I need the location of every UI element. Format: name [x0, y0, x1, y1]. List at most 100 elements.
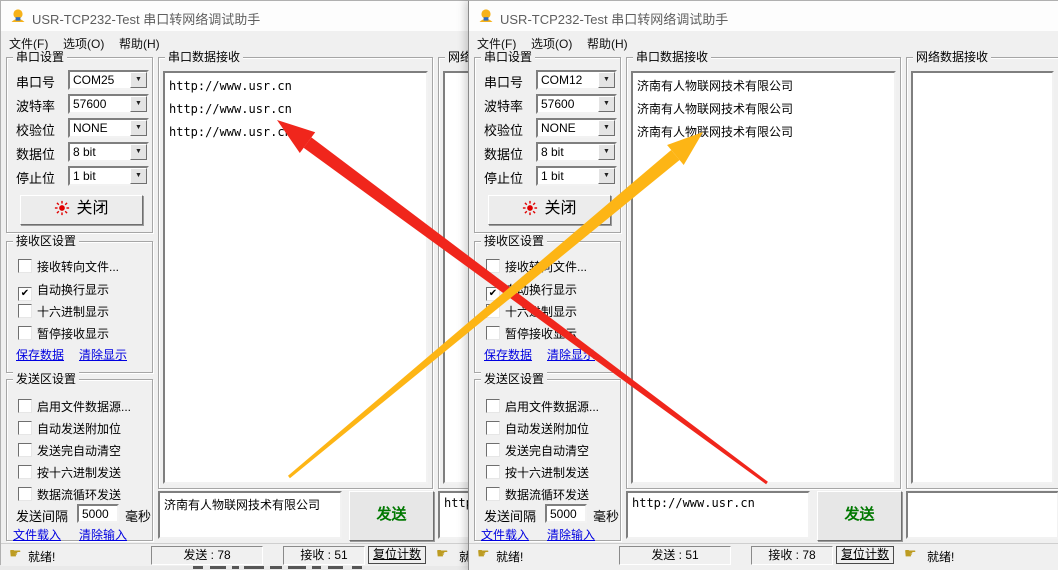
network-send-input[interactable] [906, 491, 1058, 539]
checkbox-send-as-hex[interactable]: 按十六进制发送 [486, 464, 589, 478]
checkbox-hex-display[interactable]: 十六进制显示 [486, 303, 577, 317]
com-port-select[interactable]: COM12 ▼ [536, 70, 617, 90]
close-port-button[interactable]: 关闭 [488, 195, 611, 225]
chevron-down-icon[interactable]: ▼ [598, 144, 615, 160]
clear-input-link[interactable]: 清除输入 [547, 526, 595, 543]
stop-bits-select[interactable]: 1 bit ▼ [68, 166, 149, 186]
baud-rate-label: 波特率 [484, 96, 523, 115]
send-button[interactable]: 发送 [817, 491, 902, 541]
serial-receive-area[interactable]: 济南有人物联网技术有限公司 济南有人物联网技术有限公司 济南有人物联网技术有限公… [631, 71, 896, 484]
send-button[interactable]: 发送 [349, 491, 434, 541]
chevron-down-icon[interactable]: ▼ [598, 120, 615, 136]
send-settings-group: 发送区设置 启用文件数据源... 自动发送附加位 发送完自动清空 按十六进制发送… [6, 379, 153, 541]
parity-label: 校验位 [16, 120, 55, 139]
load-file-link[interactable]: 文件载入 [13, 526, 61, 543]
group-label: 串口设置 [13, 50, 67, 64]
chevron-down-icon[interactable]: ▼ [598, 96, 615, 112]
red-dot-icon [54, 200, 70, 216]
parity-select[interactable]: NONE ▼ [68, 118, 149, 138]
checkbox-auto-append[interactable]: 自动发送附加位 [486, 420, 589, 434]
pointing-hand-icon: ☛ [9, 545, 22, 562]
checkbox-clear-after-send[interactable]: 发送完自动清空 [18, 442, 121, 456]
chevron-down-icon[interactable]: ▼ [598, 72, 615, 88]
baud-rate-label: 波特率 [16, 96, 55, 115]
interval-input[interactable]: 5000 [77, 504, 119, 523]
checkbox-file-data-source[interactable]: 启用文件数据源... [18, 398, 131, 412]
statusbar: ☛ 就绪! 发送 : 51 接收 : 78 复位计数 ☛ 就绪! [469, 543, 1058, 566]
serial-receive-area[interactable]: http://www.usr.cn http://www.usr.cn http… [163, 71, 428, 484]
com-port-label: 串口号 [484, 72, 523, 91]
pointing-hand-icon: ☛ [904, 545, 917, 562]
received-line: 济南有人物联网技术有限公司 [637, 121, 890, 144]
checkbox-send-as-hex[interactable]: 按十六进制发送 [18, 464, 121, 478]
clear-input-link[interactable]: 清除输入 [79, 526, 127, 543]
status-ready-2: 就绪! [927, 548, 954, 565]
app-logo-icon [10, 8, 26, 24]
com-port-select[interactable]: COM25 ▼ [68, 70, 149, 90]
network-receive-group: 网络数据接收 [906, 57, 1058, 489]
checkbox-receive-to-file[interactable]: 接收转向文件... [18, 258, 119, 272]
menu-help[interactable]: 帮助(H) [587, 35, 628, 52]
baud-rate-select[interactable]: 57600 ▼ [536, 94, 617, 114]
load-file-link[interactable]: 文件载入 [481, 526, 529, 543]
chevron-down-icon[interactable]: ▼ [130, 120, 147, 136]
receive-settings-group: 接收区设置 接收转向文件... ✔自动换行显示 十六进制显示 暂停接收显示 保存… [474, 241, 621, 373]
status-sent-count: 发送 : 51 [619, 546, 731, 565]
serial-send-input[interactable]: http://www.usr.cn [626, 491, 810, 539]
data-bits-label: 数据位 [484, 144, 523, 163]
status-ready: 就绪! [496, 548, 523, 565]
network-receive-area[interactable] [911, 71, 1054, 484]
checkbox-auto-wrap[interactable]: ✔自动换行显示 [486, 281, 577, 295]
stop-bits-select[interactable]: 1 bit ▼ [536, 166, 617, 186]
interval-label: 发送间隔 [16, 506, 68, 525]
received-line: http://www.usr.cn [169, 121, 422, 144]
red-dot-icon [522, 200, 538, 216]
checkbox-file-data-source[interactable]: 启用文件数据源... [486, 398, 599, 412]
checkbox-clear-after-send[interactable]: 发送完自动清空 [486, 442, 589, 456]
clear-display-link[interactable]: 清除显示 [79, 346, 127, 363]
checkbox-receive-to-file[interactable]: 接收转向文件... [486, 258, 587, 272]
data-bits-select[interactable]: 8 bit ▼ [68, 142, 149, 162]
menu-help[interactable]: 帮助(H) [119, 35, 160, 52]
reset-count-button[interactable]: 复位计数 [836, 546, 894, 564]
menu-options[interactable]: 选项(O) [531, 35, 572, 52]
checkbox-loop-send[interactable]: 数据流循环发送 [18, 486, 121, 500]
checkbox-hex-display[interactable]: 十六进制显示 [18, 303, 109, 317]
chevron-down-icon[interactable]: ▼ [598, 168, 615, 184]
reset-count-button[interactable]: 复位计数 [368, 546, 426, 564]
checkbox-auto-append[interactable]: 自动发送附加位 [18, 420, 121, 434]
receive-settings-group: 接收区设置 接收转向文件... ✔自动换行显示 十六进制显示 暂停接收显示 保存… [6, 241, 153, 373]
close-port-button[interactable]: 关闭 [20, 195, 143, 225]
data-bits-select[interactable]: 8 bit ▼ [536, 142, 617, 162]
stop-bits-label: 停止位 [16, 168, 55, 187]
serial-receive-group: 串口数据接收 http://www.usr.cn http://www.usr.… [158, 57, 433, 489]
checkbox-loop-send[interactable]: 数据流循环发送 [486, 486, 589, 500]
interval-input[interactable]: 5000 [545, 504, 587, 523]
checkbox-pause-receive[interactable]: 暂停接收显示 [18, 325, 109, 339]
save-data-link[interactable]: 保存数据 [16, 346, 64, 363]
serial-settings-group: 串口设置 串口号 COM25 ▼ 波特率 57600 ▼ 校验位 NONE ▼ … [6, 57, 153, 233]
menu-options[interactable]: 选项(O) [63, 35, 104, 52]
chevron-down-icon[interactable]: ▼ [130, 72, 147, 88]
received-line: 济南有人物联网技术有限公司 [637, 98, 890, 121]
parity-select[interactable]: NONE ▼ [536, 118, 617, 138]
app-logo-icon [478, 8, 494, 24]
baud-rate-select[interactable]: 57600 ▼ [68, 94, 149, 114]
clear-display-link[interactable]: 清除显示 [547, 346, 595, 363]
chevron-down-icon[interactable]: ▼ [130, 168, 147, 184]
received-line: 济南有人物联网技术有限公司 [637, 75, 890, 98]
window-title: USR-TCP232-Test 串口转网络调试助手 [500, 9, 728, 28]
serial-send-input[interactable]: 济南有人物联网技术有限公司 [158, 491, 342, 539]
interval-label: 发送间隔 [484, 506, 536, 525]
checkbox-auto-wrap[interactable]: ✔自动换行显示 [18, 281, 109, 295]
received-line: http://www.usr.cn [169, 98, 422, 121]
chevron-down-icon[interactable]: ▼ [130, 96, 147, 112]
titlebar[interactable]: USR-TCP232-Test 串口转网络调试助手 [469, 1, 1058, 31]
pointing-hand-icon: ☛ [477, 545, 490, 562]
checkbox-pause-receive[interactable]: 暂停接收显示 [486, 325, 577, 339]
pointing-hand-icon: ☛ [436, 545, 449, 562]
save-data-link[interactable]: 保存数据 [484, 346, 532, 363]
chevron-down-icon[interactable]: ▼ [130, 144, 147, 160]
screen: USR-TCP232-Test 串口转网络调试助手 文件(F) 选项(O) 帮助… [0, 0, 1058, 570]
interval-unit: 毫秒 [593, 506, 619, 525]
